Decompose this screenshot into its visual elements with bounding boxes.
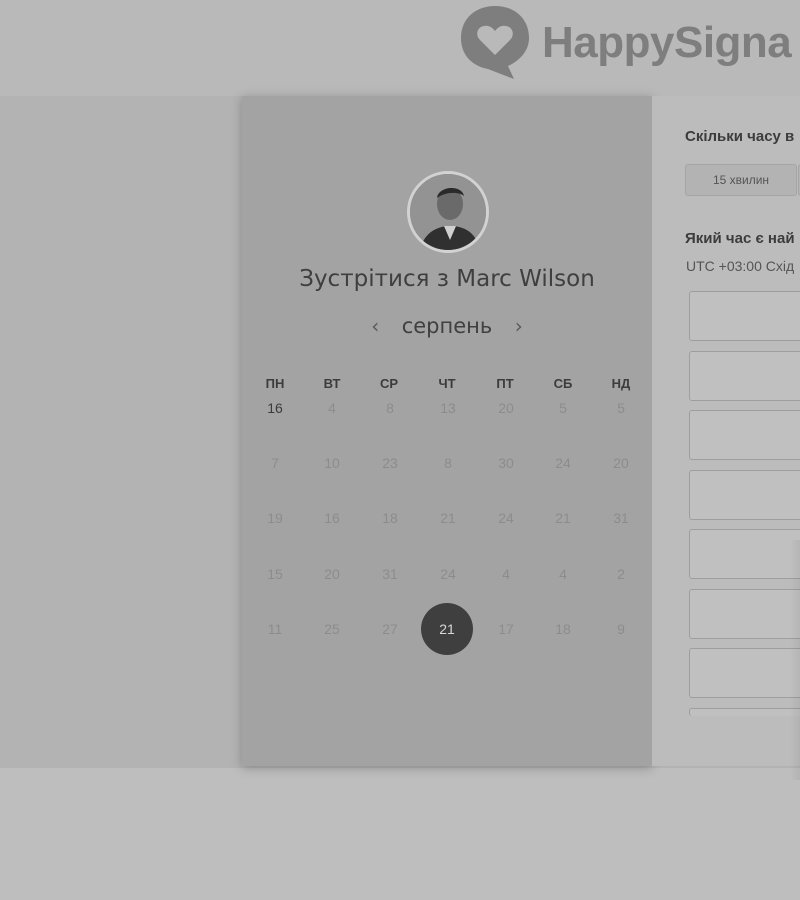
time-slot[interactable] (689, 351, 800, 401)
calendar-day[interactable]: 25 (310, 617, 354, 641)
calendar-day[interactable]: 4 (484, 562, 528, 586)
calendar-day[interactable]: 10 (310, 451, 354, 475)
calendar-day[interactable]: 11 (253, 617, 297, 641)
calendar-day[interactable]: 5 (599, 396, 643, 420)
calendar-day[interactable]: 16 (310, 506, 354, 530)
calendar-day[interactable]: 2 (599, 562, 643, 586)
page-footer-background (0, 768, 800, 900)
calendar-day[interactable]: 20 (310, 562, 354, 586)
calendar-day[interactable]: 8 (368, 396, 412, 420)
current-month: серпень (401, 314, 493, 338)
calendar-day[interactable]: 15 (253, 562, 297, 586)
calendar-day[interactable]: 23 (368, 451, 412, 475)
calendar-day[interactable]: 17 (484, 617, 528, 641)
calendar-day[interactable]: 7 (253, 451, 297, 475)
calendar-day[interactable]: 18 (368, 506, 412, 530)
weekday-wed: СР (379, 376, 399, 391)
calendar-day[interactable]: 24 (426, 562, 470, 586)
calendar-day[interactable]: 31 (599, 506, 643, 530)
time-slot[interactable] (689, 708, 800, 716)
brand-name: HappySigna (542, 18, 792, 67)
time-slot[interactable] (689, 589, 800, 639)
calendar-day-selected[interactable]: 21 (421, 603, 473, 655)
weekday-sat: СБ (553, 376, 573, 391)
timezone-label[interactable]: UTC +03:00 Схід (686, 258, 794, 274)
person-photo-icon (410, 174, 486, 250)
calendar-day[interactable]: 31 (368, 562, 412, 586)
time-question: Який час є най (685, 230, 795, 247)
calendar-day[interactable]: 30 (484, 451, 528, 475)
host-avatar (407, 171, 489, 253)
month-navigation: ‹ серпень › (242, 314, 652, 338)
calendar-day[interactable]: 18 (541, 617, 585, 641)
weekday-mon: ПН (265, 376, 285, 391)
calendar-day[interactable]: 24 (541, 451, 585, 475)
time-slot[interactable] (689, 291, 800, 341)
calendar-day[interactable]: 9 (599, 617, 643, 641)
calendar-day[interactable]: 24 (484, 506, 528, 530)
meeting-title: Зустрітися з Marc Wilson (299, 266, 595, 292)
panel-edge-shadow (790, 540, 800, 780)
time-slot[interactable] (689, 529, 800, 579)
duration-15min-button[interactable]: 15 хвилин (685, 164, 797, 196)
calendar-day[interactable]: 4 (310, 396, 354, 420)
calendar-day[interactable]: 16 (253, 396, 297, 420)
chevron-left-icon[interactable]: ‹ (365, 314, 385, 338)
calendar-day[interactable]: 8 (426, 451, 470, 475)
calendar-day[interactable]: 13 (426, 396, 470, 420)
time-slot[interactable] (689, 470, 800, 520)
calendar-day[interactable]: 20 (599, 451, 643, 475)
calendar-day[interactable]: 21 (426, 506, 470, 530)
time-slot[interactable] (689, 648, 800, 698)
scheduler-options-panel: Скільки часу в 15 хвилин Який час є най … (652, 96, 800, 766)
heart-speech-bubble-icon (461, 6, 529, 79)
weekday-sun: НД (611, 376, 631, 391)
calendar-day[interactable]: 19 (253, 506, 297, 530)
scheduler-calendar-panel: Зустрітися з Marc Wilson ‹ серпень › ПН … (242, 96, 652, 766)
calendar-day[interactable]: 5 (541, 396, 585, 420)
brand-logo[interactable]: HappySigna (458, 2, 792, 82)
calendar-day[interactable]: 4 (541, 562, 585, 586)
calendar-day[interactable]: 21 (541, 506, 585, 530)
time-slot[interactable] (689, 410, 800, 460)
calendar-day[interactable]: 20 (484, 396, 528, 420)
duration-question: Скільки часу в (685, 128, 795, 145)
weekday-fri: ПТ (496, 376, 514, 391)
weekday-tue: ВТ (323, 376, 341, 391)
chevron-right-icon[interactable]: › (509, 314, 529, 338)
calendar-day[interactable]: 27 (368, 617, 412, 641)
weekday-thu: ЧТ (438, 376, 456, 391)
